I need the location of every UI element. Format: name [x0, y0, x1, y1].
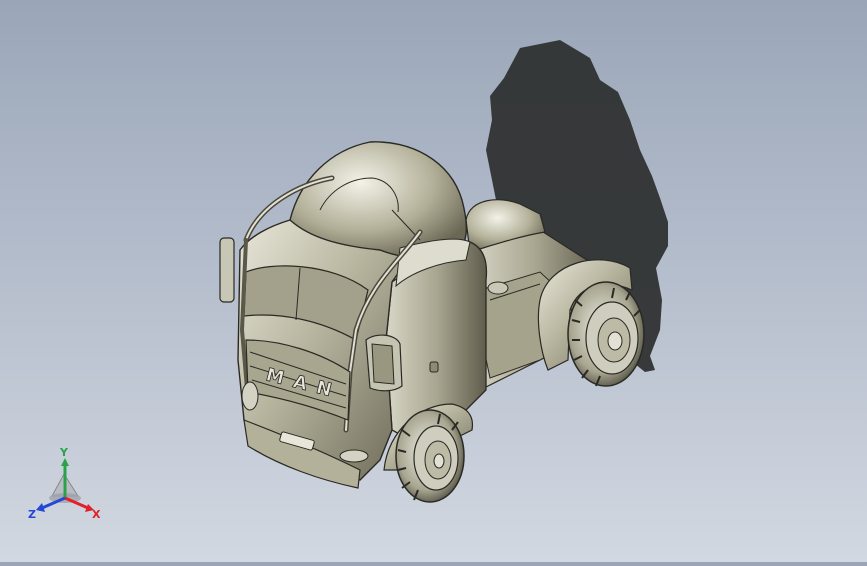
door-handle[interactable] [429, 361, 439, 373]
model-viewport[interactable]: MAN Y X Z [0, 0, 867, 562]
y-axis-label: Y [59, 446, 69, 459]
rear-wheel[interactable] [567, 281, 645, 387]
truck-model[interactable]: MAN [0, 0, 867, 562]
headlight-right [339, 449, 369, 463]
orientation-triad[interactable]: Y X Z [22, 444, 106, 524]
headlight-left [241, 381, 259, 411]
left-mirror[interactable] [219, 237, 235, 303]
y-axis-arrow [61, 458, 69, 466]
z-axis-label: Z [28, 508, 36, 521]
x-axis-label: X [92, 508, 101, 521]
front-wheel[interactable] [395, 409, 465, 503]
